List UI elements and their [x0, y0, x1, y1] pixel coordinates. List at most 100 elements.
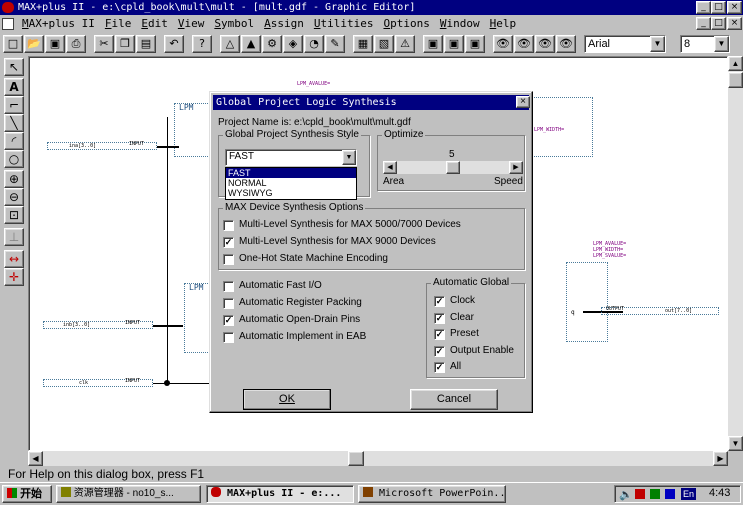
open-file-icon[interactable]: 📂 [24, 35, 44, 53]
menu-item[interactable]: File [105, 17, 142, 30]
device-option-checkbox[interactable]: ✓ [223, 237, 234, 248]
save-simulate-icon[interactable]: ▣ [465, 35, 485, 53]
misc-option-checkbox[interactable] [223, 281, 234, 292]
ok-button[interactable]: OK [243, 389, 331, 410]
synthesis-style-select[interactable]: FAST ▼ [225, 149, 357, 166]
device-option-label[interactable]: Multi-Level Synthesis for MAX 9000 Devic… [239, 236, 436, 248]
vertical-scrollbar[interactable]: ▲ ▼ [728, 56, 743, 451]
optimize-slider[interactable]: ◀ ▶ [383, 161, 523, 174]
misc-option-checkbox[interactable] [223, 298, 234, 309]
copy-icon[interactable]: ❐ [115, 35, 135, 53]
misc-option-checkbox[interactable] [223, 332, 234, 343]
global-option-label[interactable]: All [450, 361, 461, 373]
menu-item[interactable]: Window [440, 17, 490, 30]
device-option-label[interactable]: One-Hot State Machine Encoding [239, 253, 388, 265]
compile-icon[interactable]: ⚙ [262, 35, 282, 53]
misc-option-label[interactable]: Automatic Register Packing [239, 297, 362, 309]
save-compile-icon[interactable]: ▣ [444, 35, 464, 53]
vertical-scroll-thumb[interactable] [728, 72, 743, 88]
horizontal-scrollbar[interactable]: ◀ ▶ [28, 451, 728, 466]
cross-lines-icon[interactable]: ✛ [4, 268, 24, 286]
help-pointer-icon[interactable]: ? [192, 35, 212, 53]
global-option-label[interactable]: Preset [450, 328, 479, 340]
timing-icon[interactable]: ◔ [304, 35, 324, 53]
menu-item[interactable]: Utilities [314, 17, 384, 30]
diagonal-line-icon[interactable]: ╲ [4, 114, 24, 132]
global-option-checkbox[interactable]: ✓ [434, 329, 445, 340]
global-option-checkbox[interactable]: ✓ [434, 312, 445, 324]
circle-tool-icon[interactable]: ○ [4, 150, 24, 168]
scroll-up-icon[interactable]: ▲ [728, 56, 743, 71]
size-combo[interactable]: 8 ▼ [680, 35, 730, 53]
zoom-out-icon[interactable]: ⊖ [4, 188, 24, 206]
select-arrow-icon[interactable]: ↖ [4, 58, 24, 76]
orthogonal-line-icon[interactable]: ⌐ [4, 96, 24, 114]
save-icon[interactable]: ▣ [45, 35, 65, 53]
misc-option-label[interactable]: Automatic Open-Drain Pins [239, 314, 360, 326]
find-node-icon[interactable]: 👁 [493, 35, 513, 53]
horizontal-scroll-thumb[interactable] [348, 451, 364, 466]
global-option-checkbox[interactable]: ✓ [434, 296, 445, 307]
language-indicator[interactable]: En [681, 488, 697, 500]
menu-item[interactable]: Symbol [214, 17, 264, 30]
font-combo[interactable]: Arial ▼ [584, 35, 666, 53]
hierarchy-up-icon[interactable]: ▲ [241, 35, 261, 53]
symbol-icon[interactable]: ▦ [353, 35, 373, 53]
cancel-button[interactable]: Cancel [410, 389, 498, 410]
style-option-fast[interactable]: FAST [226, 168, 356, 178]
device-option-label[interactable]: Multi-Level Synthesis for MAX 5000/7000 … [239, 219, 461, 231]
find-next-icon[interactable]: 👁 [514, 35, 534, 53]
scroll-left-icon[interactable]: ◀ [28, 451, 43, 466]
global-option-checkbox[interactable]: ✓ [434, 345, 445, 357]
global-option-label[interactable]: Output Enable [450, 345, 514, 357]
rubberband-icon[interactable]: ⊥ [4, 228, 24, 246]
simulate-icon[interactable]: ◈ [283, 35, 303, 53]
slider-left-icon[interactable]: ◀ [383, 161, 397, 174]
menu-item[interactable]: Edit [141, 17, 178, 30]
hierarchy-icon[interactable]: △ [220, 35, 240, 53]
doc-minimize-button[interactable]: _ [696, 17, 711, 30]
global-option-checkbox[interactable]: ✓ [434, 362, 445, 373]
menu-item[interactable]: Help [490, 17, 527, 30]
scroll-down-icon[interactable]: ▼ [728, 436, 743, 451]
tray-app3-icon[interactable] [665, 489, 675, 499]
misc-option-label[interactable]: Automatic Fast I/O [239, 280, 322, 292]
text-tool-icon[interactable]: A [4, 78, 24, 96]
tray-app2-icon[interactable] [650, 489, 660, 499]
program-icon[interactable]: ✎ [325, 35, 345, 53]
minimize-button[interactable]: _ [696, 1, 711, 14]
zoom-in-icon[interactable]: ⊕ [4, 170, 24, 188]
cut-icon[interactable]: ✂ [94, 35, 114, 53]
menu-item[interactable]: View [178, 17, 215, 30]
scroll-right-icon[interactable]: ▶ [713, 451, 728, 466]
device-option-checkbox[interactable] [223, 220, 234, 231]
undo-icon[interactable]: ↶ [164, 35, 184, 53]
save-check-icon[interactable]: ▣ [423, 35, 443, 53]
task-explorer[interactable]: 资源管理器 - no10_s... [56, 485, 201, 503]
doc-restore-button[interactable]: □ [711, 17, 726, 30]
task-maxplus[interactable]: MAX+plus II - e:... [206, 485, 354, 503]
device-option-checkbox[interactable] [223, 254, 234, 265]
menu-item[interactable]: Assign [264, 17, 314, 30]
synthesis-style-listbox[interactable]: FAST NORMAL WYSIWYG [225, 167, 357, 200]
find-all-icon[interactable]: 👁 [556, 35, 576, 53]
style-dropdown-icon[interactable]: ▼ [342, 150, 356, 165]
maximize-button[interactable]: □ [711, 1, 726, 14]
misc-option-checkbox[interactable]: ✓ [223, 315, 234, 326]
arc-tool-icon[interactable]: ◜ [4, 132, 24, 150]
menu-item[interactable]: Options [383, 17, 439, 30]
font-dropdown-icon[interactable]: ▼ [650, 36, 665, 52]
misc-option-label[interactable]: Automatic Implement in EAB [239, 331, 366, 343]
connect-lines-icon[interactable]: ↔ [4, 250, 24, 268]
speaker-icon[interactable]: 🔈 [619, 488, 633, 501]
tray-app-icon[interactable] [635, 489, 645, 499]
floorplan-icon[interactable]: ▧ [374, 35, 394, 53]
slider-right-icon[interactable]: ▶ [509, 161, 523, 174]
slider-thumb[interactable] [446, 161, 460, 174]
paste-icon[interactable]: ▤ [136, 35, 156, 53]
style-option-normal[interactable]: NORMAL [226, 178, 356, 188]
style-option-wysiwyg[interactable]: WYSIWYG [226, 188, 356, 198]
doc-close-button[interactable]: × [727, 17, 742, 30]
global-option-label[interactable]: Clock [450, 295, 475, 307]
print-icon[interactable]: ⎙ [66, 35, 86, 53]
